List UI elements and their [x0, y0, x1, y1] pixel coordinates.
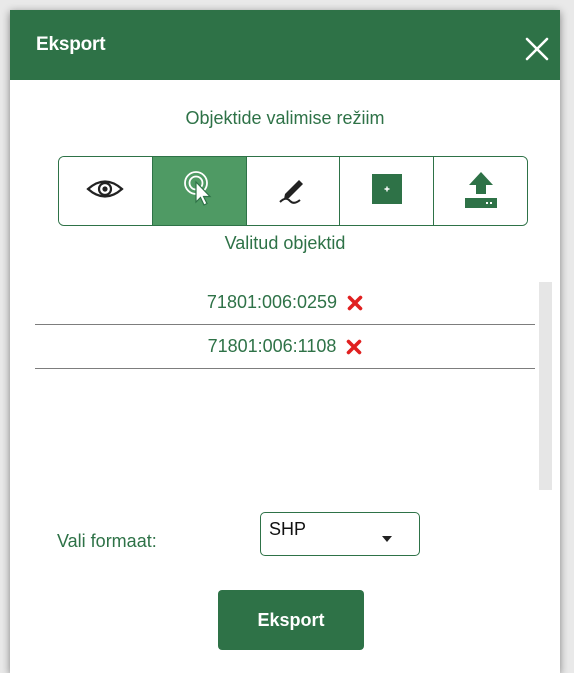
dialog-title: Eksport — [36, 34, 106, 55]
mode-pointer-select-button[interactable] — [152, 157, 247, 225]
selected-objects-title: Valitud objektid — [224, 233, 346, 253]
selection-mode-title: Objektide valimise režiim — [185, 108, 385, 128]
remove-x-icon[interactable] — [346, 339, 362, 355]
dialog-header: Eksport — [10, 10, 560, 80]
export-dialog: Eksport Objektide valimise režiim Valitu… — [10, 10, 560, 673]
list-item: 71801:006:1108 — [35, 325, 535, 369]
caret-down-icon — [381, 530, 393, 548]
eye-icon — [86, 177, 125, 206]
close-icon[interactable] — [524, 36, 550, 62]
mode-upload-button[interactable] — [434, 157, 527, 225]
add-square-icon — [370, 172, 404, 211]
pointer-select-icon — [182, 169, 216, 214]
list-scrollbar[interactable] — [539, 282, 552, 490]
object-code: 71801:006:1108 — [207, 336, 337, 356]
mode-view-button[interactable] — [59, 157, 153, 225]
format-label: Vali formaat: — [57, 531, 157, 551]
remove-x-icon[interactable] — [347, 295, 363, 311]
selection-mode-toolbar — [58, 156, 528, 226]
format-select[interactable]: SHP — [260, 512, 420, 556]
selected-objects-list: 71801:006:0259 71801:006:1108 — [35, 281, 535, 491]
list-item: 71801:006:0259 — [35, 281, 535, 325]
draw-pencil-icon — [276, 172, 310, 211]
mode-add-button[interactable] — [340, 157, 435, 225]
upload-icon — [462, 169, 500, 214]
mode-draw-button[interactable] — [246, 157, 341, 225]
format-select-value: SHP — [269, 519, 307, 539]
object-code: 71801:006:0259 — [206, 292, 338, 312]
export-button[interactable]: Eksport — [218, 590, 364, 650]
